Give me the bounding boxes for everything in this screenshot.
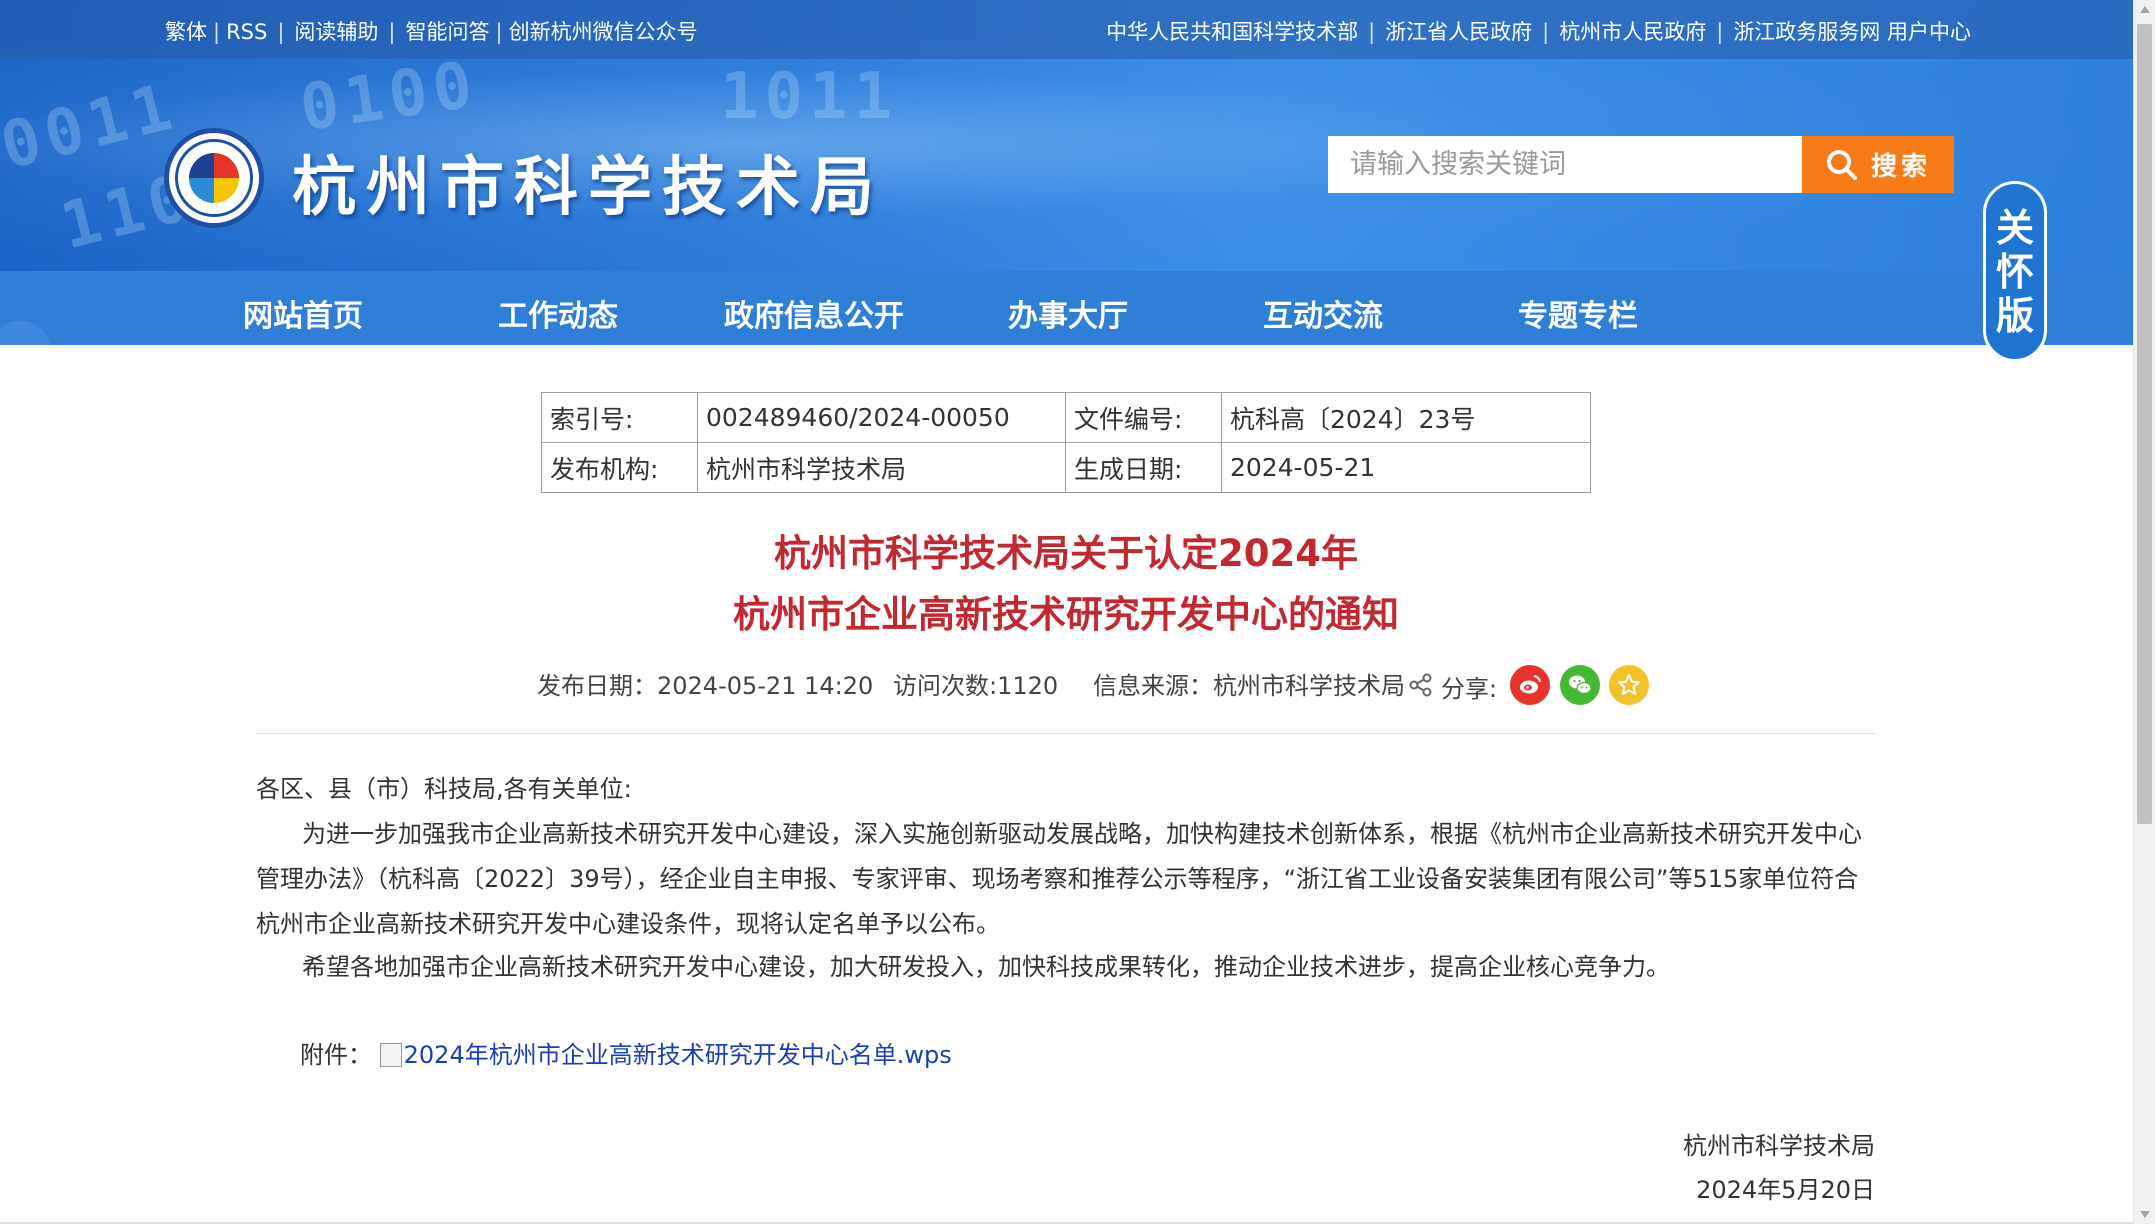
page: 0011 1100 0100 1011 繁体 | RSS | 阅读辅助 | 智能问答 | 创新杭…	[0, 0, 2155, 1224]
attachment-row: 附件： 2024年杭州市企业高新技术研究开发中心名单.wps	[300, 1035, 952, 1070]
meta-index-label: 索引号:	[541, 392, 698, 443]
link-hangzhou-gov[interactable]: 杭州市人民政府	[1559, 20, 1706, 44]
link-user-center[interactable]: 浙江政务服务网 用户中心	[1733, 20, 1971, 44]
link-traditional[interactable]: 繁体	[165, 20, 207, 44]
top-links-right: 中华人民共和国科学技术部 | 浙江省人民政府 | 杭州市人民政府 | 浙江政务服务网 用户中…	[1106, 20, 1971, 44]
link-most[interactable]: 中华人民共和国科学技术部	[1106, 20, 1358, 44]
header-banner: 0011 1100 0100 1011 繁体 | RSS | 阅读辅助 | 智能问答 | 创新杭…	[0, 0, 2133, 271]
banner-decor: 1011	[720, 60, 899, 134]
logo-core	[189, 153, 239, 203]
scroll-down-icon[interactable]	[2140, 1211, 2150, 1218]
scroll-up-icon[interactable]	[2140, 6, 2150, 13]
link-smart-qa[interactable]: 智能问答	[406, 20, 490, 44]
search-input[interactable]	[1328, 136, 1802, 193]
meta-org-value: 杭州市科学技术局	[697, 442, 1066, 493]
visit-count: 访问次数:1120	[893, 672, 1059, 700]
logo-emblem-icon[interactable]	[164, 128, 264, 228]
share-wechat-button[interactable]	[1560, 665, 1600, 705]
nav-item-home[interactable]: 网站首页	[243, 291, 363, 335]
top-links-left: 繁体 | RSS | 阅读辅助 | 智能问答 | 创新杭州微信公众号	[165, 20, 698, 44]
meta-org-label: 发布机构:	[541, 442, 698, 493]
scrollbar-thumb[interactable]	[2137, 24, 2152, 824]
link-zhejiang-gov[interactable]: 浙江省人民政府	[1385, 20, 1532, 44]
attachment-label: 附件：	[300, 1041, 372, 1069]
signature-date: 2024年5月20日	[1696, 1176, 1875, 1204]
info-source: 信息来源：杭州市科学技术局	[1093, 672, 1405, 700]
nav-item-special-topics[interactable]: 专题专栏	[1518, 291, 1638, 335]
care-char-1: 关	[1995, 205, 2034, 250]
signature-org: 杭州市科学技术局	[1683, 1132, 1875, 1160]
article-paragraph-2: 希望各地加强市企业高新技术研究开发中心建设，加大研发投入，加快科技成果转化，推动…	[302, 953, 1670, 981]
care-mode-badge[interactable]: 关 怀 版	[1983, 181, 2047, 362]
article-title-line-1: 杭州市科学技术局关于认定2024年	[774, 532, 1358, 575]
publish-date: 发布日期：2024-05-21 14:20	[537, 672, 874, 700]
meta-doc-no-label: 文件编号:	[1065, 392, 1222, 443]
meta-date-value: 2024-05-21	[1221, 442, 1591, 493]
care-char-3: 版	[1995, 293, 2034, 338]
link-reading-aid[interactable]: 阅读辅助	[294, 20, 378, 44]
share-weibo-button[interactable]	[1510, 665, 1550, 705]
vertical-scrollbar[interactable]	[2133, 0, 2155, 1224]
article-salutation: 各区、县（市）科技局,各有关单位:	[256, 775, 632, 803]
nav-item-interaction[interactable]: 互动交流	[1263, 291, 1383, 335]
top-link-bar: 繁体 | RSS | 阅读辅助 | 智能问答 | 创新杭州微信公众号 中华人民共和国科学技术部 |…	[0, 0, 2133, 59]
site-title[interactable]: 杭州市科学技术局	[292, 136, 884, 228]
share-icon	[1409, 673, 1432, 697]
nav-item-service-hall[interactable]: 办事大厅	[1008, 291, 1128, 335]
attachment-link[interactable]: 2024年杭州市企业高新技术研究开发中心名单.wps	[404, 1041, 952, 1069]
favorite-icon	[1618, 674, 1640, 695]
meta-date-label: 生成日期:	[1065, 442, 1222, 493]
main-nav: 网站首页 工作动态 政府信息公开 办事大厅 互动交流 专题专栏	[0, 271, 2133, 345]
file-icon	[379, 1043, 402, 1067]
wechat-icon	[1569, 675, 1592, 695]
link-rss[interactable]: RSS	[226, 20, 267, 44]
meta-row: 发布机构: 杭州市科学技术局 生成日期: 2024-05-21	[541, 442, 1591, 493]
document-meta-table: 索引号: 002489460/2024-00050 文件编号: 杭科高〔2024…	[541, 392, 1591, 493]
search-button-label: 搜索	[1870, 152, 1931, 182]
meta-index-value: 002489460/2024-00050	[697, 392, 1066, 443]
search-icon	[1826, 149, 1857, 180]
article-title-line-2: 杭州市企业高新技术研究开发中心的通知	[733, 593, 1399, 636]
meta-doc-no-value: 杭科高〔2024〕23号	[1221, 392, 1591, 443]
meta-row: 索引号: 002489460/2024-00050 文件编号: 杭科高〔2024…	[541, 392, 1591, 443]
content-divider	[256, 733, 1876, 734]
article-paragraph-1: 为进一步加强我市企业高新技术研究开发中心建设，深入实施创新驱动发展战略，加快构建…	[256, 820, 1862, 938]
nav-item-work-news[interactable]: 工作动态	[498, 291, 618, 335]
weibo-icon	[1520, 675, 1541, 694]
search-button[interactable]: 搜索	[1802, 136, 1954, 193]
care-char-2: 怀	[1995, 249, 2034, 294]
link-wechat-account[interactable]: 创新杭州微信公众号	[509, 20, 698, 44]
nav-item-gov-info[interactable]: 政府信息公开	[724, 291, 904, 335]
share-label: 分享:	[1441, 675, 1498, 703]
share-favorite-button[interactable]	[1609, 665, 1649, 705]
